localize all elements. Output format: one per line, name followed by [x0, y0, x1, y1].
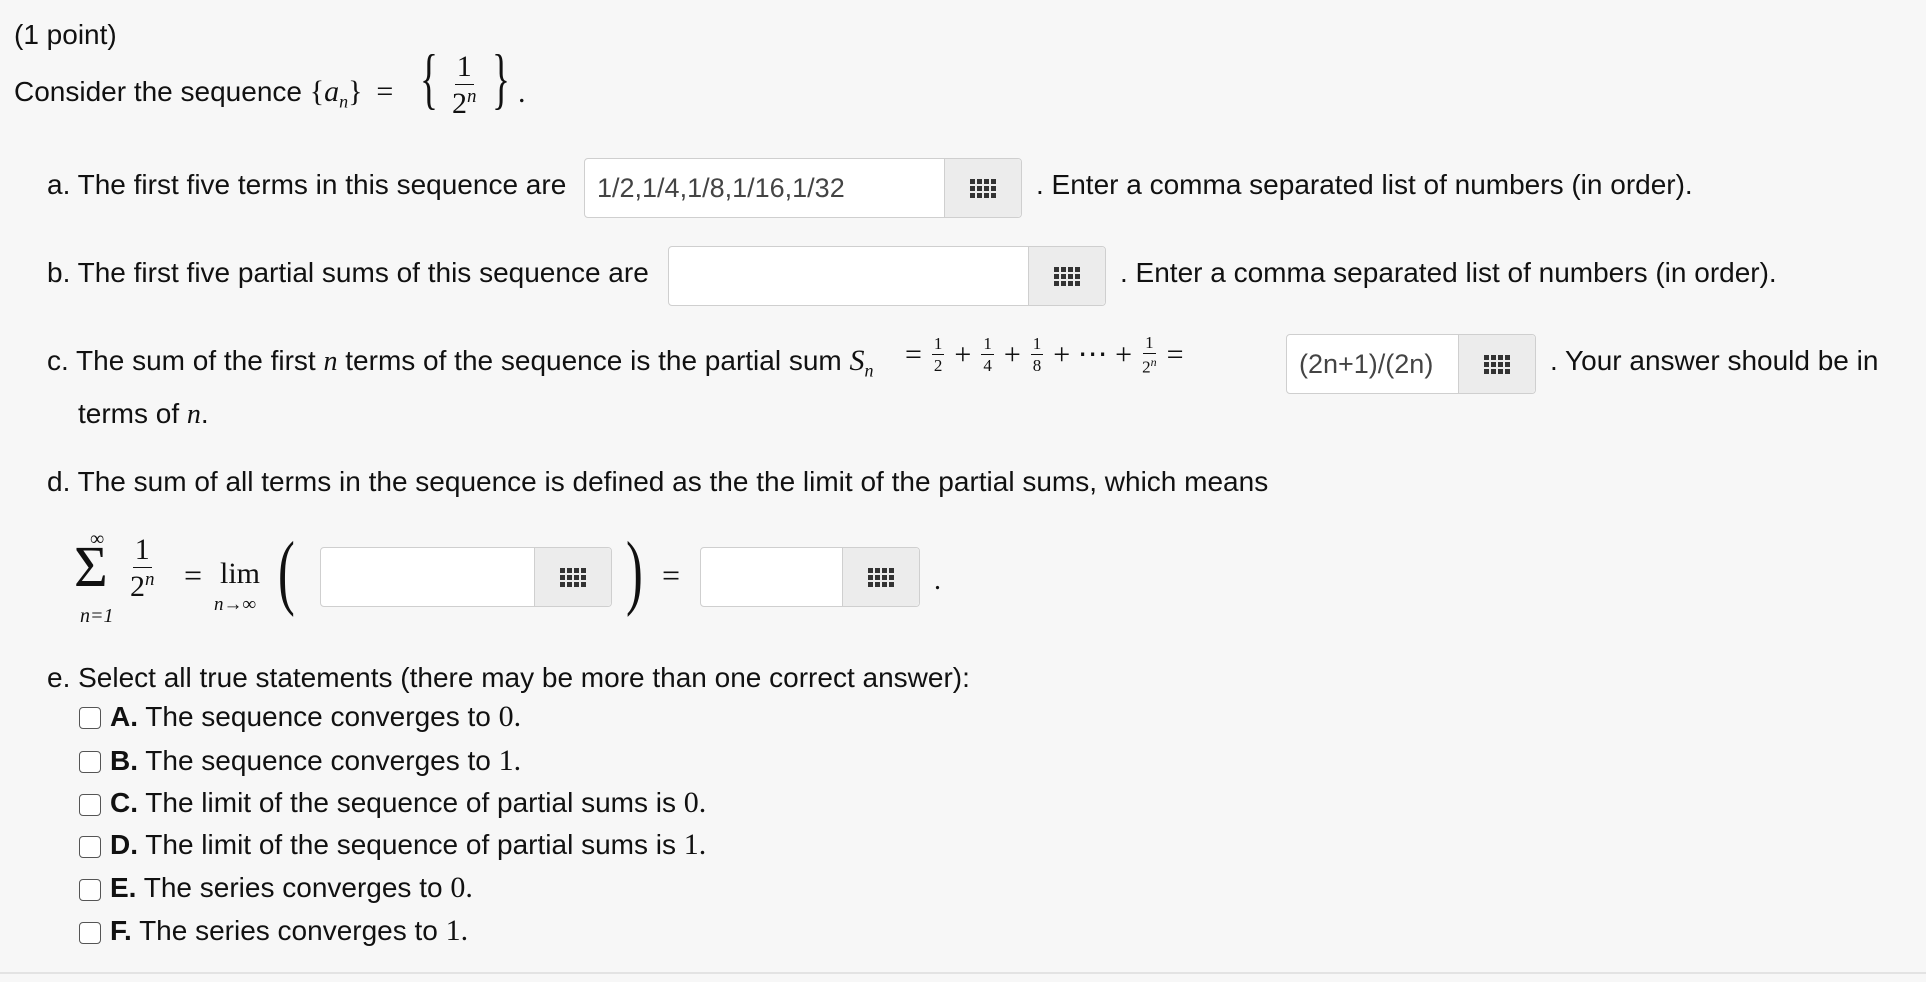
grid-icon: [970, 178, 996, 198]
grid-icon: [868, 567, 894, 587]
part-a-suffix: . Enter a comma separated list of number…: [1036, 169, 1693, 200]
part-d-sum-answer-box: [700, 547, 920, 607]
option-a-checkbox[interactable]: [79, 707, 101, 729]
series-term-fraction: 1 2n: [130, 533, 155, 603]
part-b-suffix: . Enter a comma separated list of number…: [1120, 257, 1777, 288]
option-d-label[interactable]: D. The limit of the sequence of partial …: [110, 828, 706, 862]
part-d-limit-input[interactable]: [321, 548, 534, 606]
part-a-answer-box: [584, 158, 1022, 218]
option-e-label[interactable]: E. The series converges to 0.: [110, 871, 473, 905]
intro-prefix: Consider the sequence: [14, 76, 302, 107]
partial-sum-symbol: S: [849, 344, 865, 377]
grid-icon: [1484, 354, 1510, 374]
partial-sum-expression: = 12 + 14 + 18 + ⋯ + 1 2n =: [905, 333, 1184, 377]
paren-right: ): [626, 525, 643, 618]
part-c-answer-box: [1286, 334, 1536, 394]
part-b-input[interactable]: [669, 247, 1028, 305]
bottom-divider: [0, 972, 1926, 974]
lim-subscript: n→∞: [214, 594, 257, 615]
part-c-var-n: n: [323, 346, 338, 377]
brace-left: {: [420, 40, 438, 116]
part-a-prefix: a. The first five terms in this sequence…: [47, 169, 567, 200]
seq-n: n: [339, 91, 349, 112]
part-b-answer-box: [668, 246, 1106, 306]
part-c-input[interactable]: [1287, 335, 1458, 393]
grid-icon: [560, 567, 586, 587]
part-e-prompt: e. Select all true statements (there may…: [47, 662, 970, 693]
intro-text: Consider the sequence {an} =: [14, 75, 394, 112]
option-a-label[interactable]: A. The sequence converges to 0.: [110, 700, 521, 734]
part-c-line2: terms of n.: [78, 398, 209, 430]
seq-a: a: [324, 75, 340, 108]
intro-fraction: 1 2n: [452, 50, 477, 120]
sigma-lower: n=1: [80, 605, 114, 627]
option-b-label[interactable]: B. The sequence converges to 1.: [110, 744, 521, 778]
part-b-equation-editor-button[interactable]: [1028, 247, 1105, 305]
part-a-equation-editor-button[interactable]: [944, 159, 1021, 217]
part-d-sum-input[interactable]: [701, 548, 842, 606]
points-label: (1 point): [14, 19, 117, 50]
part-d-limit-answer-box: [320, 547, 612, 607]
part-d-text: d. The sum of all terms in the sequence …: [47, 466, 1269, 497]
part-d-limit-equation-editor-button[interactable]: [534, 548, 611, 606]
option-c-label[interactable]: C. The limit of the sequence of partial …: [110, 786, 706, 820]
part-d-sum-equation-editor-button[interactable]: [842, 548, 919, 606]
paren-left: (: [278, 525, 295, 618]
grid-icon: [1054, 266, 1080, 286]
part-c-prefix-line: c. The sum of the first n terms of the s…: [47, 344, 874, 381]
option-f-label[interactable]: F. The series converges to 1.: [110, 914, 468, 948]
part-b-prefix: b. The first five partial sums of this s…: [47, 257, 649, 288]
lim-label: lim: [220, 557, 261, 590]
part-a-input[interactable]: [585, 159, 944, 217]
sigma-icon: Σ: [74, 534, 108, 599]
option-f-checkbox[interactable]: [79, 922, 101, 944]
option-c-checkbox[interactable]: [79, 794, 101, 816]
part-c-suffix: . Your answer should be in: [1550, 345, 1879, 376]
option-b-checkbox[interactable]: [79, 751, 101, 773]
brace-right: }: [492, 40, 510, 116]
option-d-checkbox[interactable]: [79, 836, 101, 858]
part-c-equation-editor-button[interactable]: [1458, 335, 1535, 393]
option-e-checkbox[interactable]: [79, 879, 101, 901]
